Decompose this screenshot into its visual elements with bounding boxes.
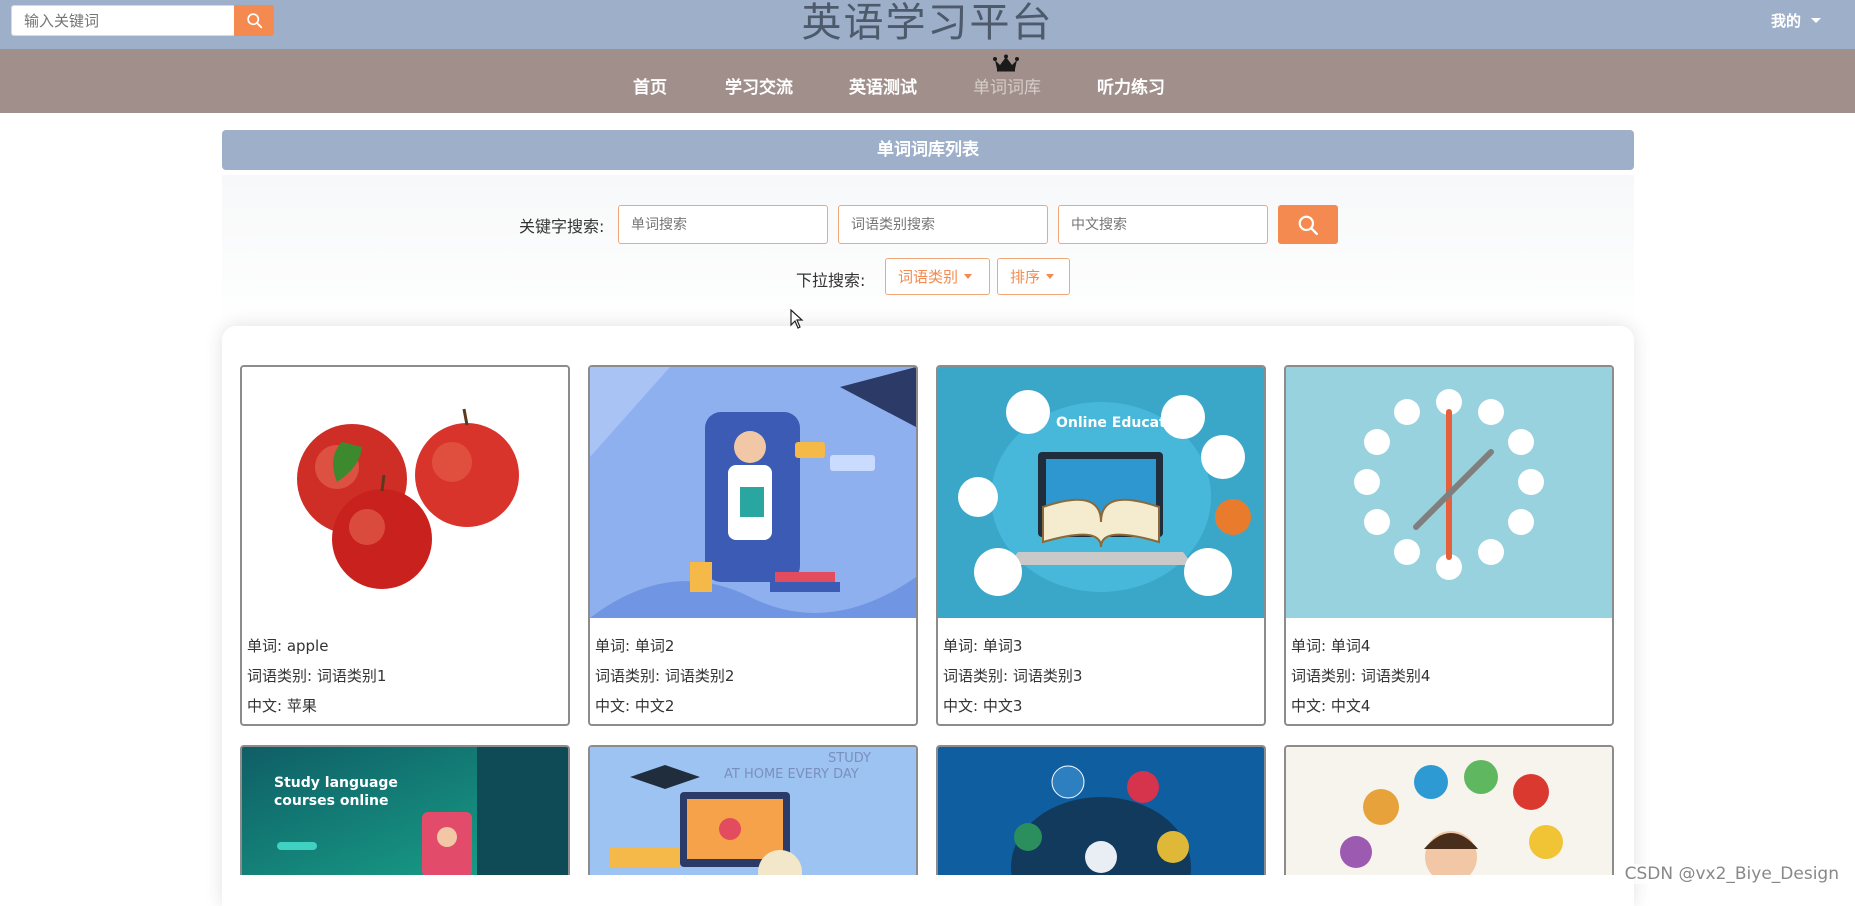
card-chinese: 中文: 中文3 [943, 697, 1023, 715]
mouse-cursor-icon [790, 309, 804, 329]
word-card[interactable] [1284, 745, 1614, 875]
card-word: 单词: 单词3 [943, 637, 1023, 655]
chevron-down-icon [964, 274, 973, 279]
word-card[interactable]: STUDY AT HOME EVERY DAY [588, 745, 918, 875]
chevron-down-icon [1046, 274, 1055, 279]
card-image-caption: courses online [274, 793, 389, 809]
sort-dropdown[interactable]: 排序 [997, 258, 1070, 295]
card-category: 词语类别: 词语类别1 [247, 667, 387, 685]
search-icon [1298, 215, 1319, 235]
crown-icon [993, 54, 1019, 72]
card-word: 单词: 单词2 [595, 637, 675, 655]
keyword-search-button[interactable] [1278, 205, 1338, 244]
word-card[interactable]: Study language courses online [240, 745, 570, 875]
card-category: 词语类别: 词语类别4 [1291, 667, 1431, 685]
list-title: 单词词库列表 [222, 130, 1634, 170]
top-header: 英语学习平台 我的 [0, 0, 1855, 49]
mine-label: 我的 [1770, 12, 1801, 30]
word-card[interactable] [936, 745, 1266, 875]
card-image-caption: STUDY [828, 751, 871, 766]
card-chinese: 中文: 中文2 [595, 697, 675, 715]
word-card[interactable]: 单词: apple 词语类别: 词语类别1 中文: 苹果 [240, 365, 570, 726]
category-dropdown[interactable]: 词语类别 [885, 258, 990, 295]
card-image-icon-collage [1286, 747, 1612, 875]
nav-item-listening[interactable]: 听力练习 [1097, 73, 1165, 98]
mine-menu[interactable]: 我的 [1771, 10, 1821, 31]
nav-item-vocabulary[interactable]: 单词词库 [973, 73, 1041, 98]
nav-item-test[interactable]: 英语测试 [849, 73, 917, 98]
watermark: CSDN @vx2_Biye_Design [1622, 864, 1841, 884]
background-decoration [222, 175, 1634, 335]
category-dropdown-label: 词语类别 [898, 268, 959, 286]
card-image-caption: AT HOME EVERY DAY [724, 767, 859, 782]
word-card[interactable]: Online Education 单词: 单词3 词语类别: 词语类别3 中文:… [936, 365, 1266, 726]
card-category: 词语类别: 词语类别2 [595, 667, 735, 685]
card-image-study-online [242, 747, 568, 875]
card-image-business-education [938, 747, 1264, 875]
card-image-apple [242, 367, 568, 618]
category-search-input[interactable] [838, 205, 1048, 244]
dropdown-search-label: 下拉搜索: [796, 271, 866, 290]
card-word: 单词: 单词4 [1291, 637, 1371, 655]
word-card[interactable]: 单词: 单词2 词语类别: 词语类别2 中文: 中文2 [588, 365, 918, 726]
keyword-search-label: 关键字搜索: [519, 217, 605, 236]
card-word: 单词: apple [247, 637, 329, 655]
word-search-input[interactable] [618, 205, 828, 244]
card-chinese: 中文: 苹果 [247, 697, 317, 715]
card-image-caption: Online Education [1056, 415, 1191, 431]
card-image-education-clock [1286, 367, 1612, 618]
card-category: 词语类别: 词语类别3 [943, 667, 1083, 685]
sort-dropdown-label: 排序 [1010, 268, 1041, 286]
card-chinese: 中文: 中文4 [1291, 697, 1371, 715]
word-card[interactable]: 单词: 单词4 词语类别: 词语类别4 中文: 中文4 [1284, 365, 1614, 726]
card-image-teacher [590, 367, 916, 618]
chinese-search-input[interactable] [1058, 205, 1268, 244]
site-title: 英语学习平台 [801, 0, 1054, 46]
chevron-down-icon [1811, 18, 1821, 23]
nav-item-home[interactable]: 首页 [633, 73, 667, 98]
card-image-caption: Study language [274, 775, 398, 791]
card-image-online-education [938, 367, 1264, 618]
nav-item-exchange[interactable]: 学习交流 [725, 73, 793, 98]
main-nav: 首页 学习交流 英语测试 单词词库 听力练习 [0, 49, 1855, 113]
